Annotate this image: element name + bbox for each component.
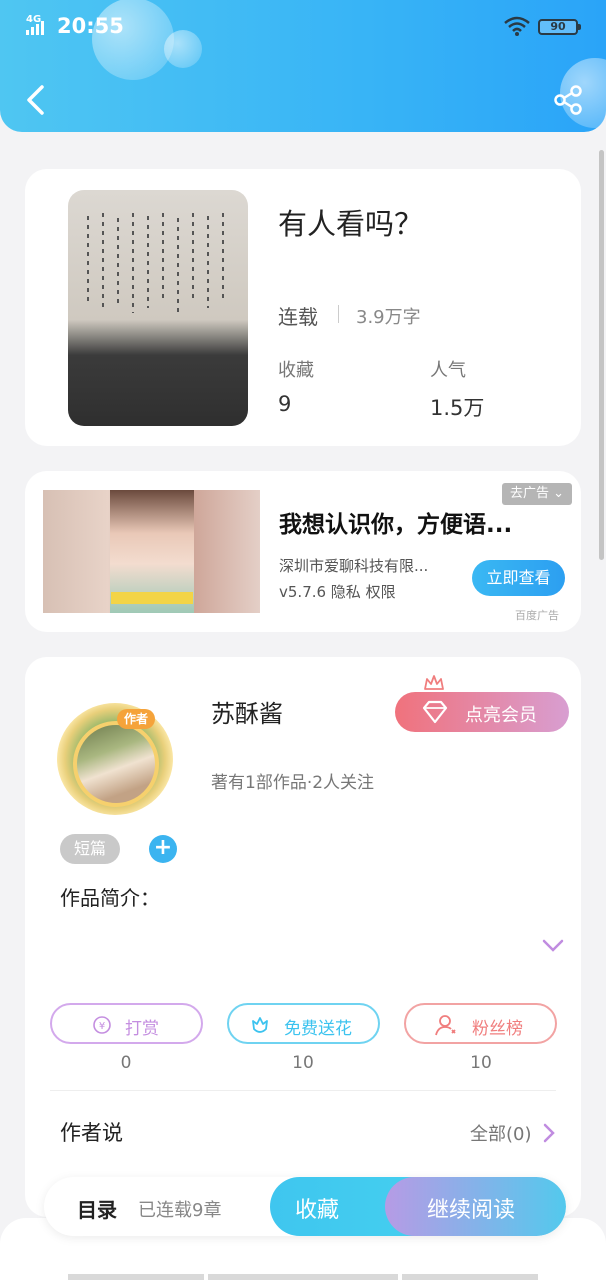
share-button[interactable]: [552, 84, 584, 116]
ad-title[interactable]: 我想认识你，方便语...: [279, 505, 512, 539]
send-flower-button[interactable]: 免费送花: [227, 1003, 380, 1044]
book-title: 有人看吗？: [278, 207, 424, 241]
diamond-icon: [422, 700, 448, 724]
signal-icon: 4G: [26, 14, 50, 36]
popularity-label: 人气: [430, 360, 466, 381]
author-says-title: 作者说: [60, 1121, 123, 1145]
favorite-label: 收藏: [295, 1198, 340, 1223]
svg-text:¥: ¥: [99, 1021, 105, 1032]
flower-count: 10: [292, 1053, 314, 1073]
intro-label: 作品简介：: [60, 886, 160, 910]
author-name[interactable]: 苏酥酱: [211, 694, 283, 729]
genre-tag[interactable]: 短篇: [60, 834, 120, 864]
fan-ranking-button[interactable]: 粉丝榜: [404, 1003, 557, 1044]
back-button[interactable]: [18, 80, 52, 120]
continue-reading-button[interactable]: 继续阅读: [385, 1177, 566, 1236]
tip-label: 打赏: [125, 1019, 159, 1039]
chapter-count[interactable]: 已连载9章: [138, 1196, 221, 1222]
avatar[interactable]: [57, 703, 173, 815]
user-icon: [435, 1015, 456, 1036]
favorites-value: 9: [278, 392, 292, 416]
ad-card[interactable]: 去广告 ⌄ 我想认识你，方便语... 深圳市爱聊科技有限... v5.7.6 隐…: [25, 471, 581, 632]
ad-view-button[interactable]: 立即查看: [472, 560, 565, 596]
ad-meta[interactable]: v5.7.6 隐私 权限: [279, 581, 396, 602]
divider: [50, 1090, 556, 1091]
scrollbar[interactable]: [599, 150, 604, 560]
decor-bubble: [92, 0, 174, 80]
popularity-value: 1.5万: [430, 396, 485, 420]
flower-icon: [252, 1017, 268, 1033]
divider: [338, 305, 339, 323]
share-icon: [554, 85, 582, 115]
author-meta: 著有1部作品·2人关注: [211, 773, 375, 793]
tab-indicator: [68, 1274, 204, 1280]
decor-bubble-small: [164, 30, 202, 68]
add-tag-button[interactable]: +: [149, 835, 177, 863]
see-all-link[interactable]: 全部(0): [470, 1120, 532, 1146]
wifi-icon: [504, 16, 530, 36]
tip-button[interactable]: ¥ 打赏: [50, 1003, 203, 1044]
coin-icon: ¥: [93, 1016, 111, 1034]
book-status: 连载: [278, 305, 318, 329]
tab-indicator: [402, 1274, 538, 1280]
continue-reading-label: 继续阅读: [427, 1198, 516, 1223]
book-info-card: 有人看吗？ 连载 3.9万字 收藏 9 人气 1.5万: [25, 169, 581, 446]
fan-ranking-label: 粉丝榜: [472, 1019, 523, 1039]
book-cover[interactable]: [68, 190, 248, 426]
tab-indicator: [208, 1274, 398, 1280]
back-arrow-icon: [27, 85, 44, 115]
status-time: 20:55: [57, 14, 124, 38]
avatar-photo: [73, 721, 159, 807]
ad-image[interactable]: [43, 490, 260, 613]
ad-close-button[interactable]: 去广告 ⌄: [501, 483, 572, 505]
tip-count: 0: [120, 1053, 132, 1073]
favorites-label: 收藏: [278, 360, 314, 381]
vip-button-label: 点亮会员: [465, 705, 537, 726]
fan-count: 10: [470, 1053, 492, 1073]
ad-source: 百度广告: [515, 609, 559, 622]
ad-caption: [111, 592, 193, 604]
chevron-right-icon[interactable]: [542, 1122, 556, 1144]
author-badge: 作者: [117, 709, 155, 729]
cover-calligraphy: [87, 213, 224, 313]
header-bar: 4G 20:55 90: [0, 0, 606, 132]
crown-icon: [424, 675, 444, 690]
word-count: 3.9万字: [356, 307, 421, 328]
chevron-down-icon[interactable]: [542, 939, 564, 953]
author-card: 作者 苏酥酱 著有1部作品·2人关注 点亮会员 短篇 + 作品简介： ¥ 打赏 …: [25, 657, 581, 1217]
vip-button[interactable]: 点亮会员: [395, 692, 569, 732]
send-flower-label: 免费送花: [284, 1019, 352, 1039]
bottom-action-bar: 目录 已连载9章 收藏 继续阅读: [44, 1177, 566, 1236]
battery-icon: 90: [538, 19, 581, 35]
ad-company: 深圳市爱聊科技有限...: [279, 557, 429, 575]
toc-button[interactable]: 目录: [77, 1194, 117, 1223]
